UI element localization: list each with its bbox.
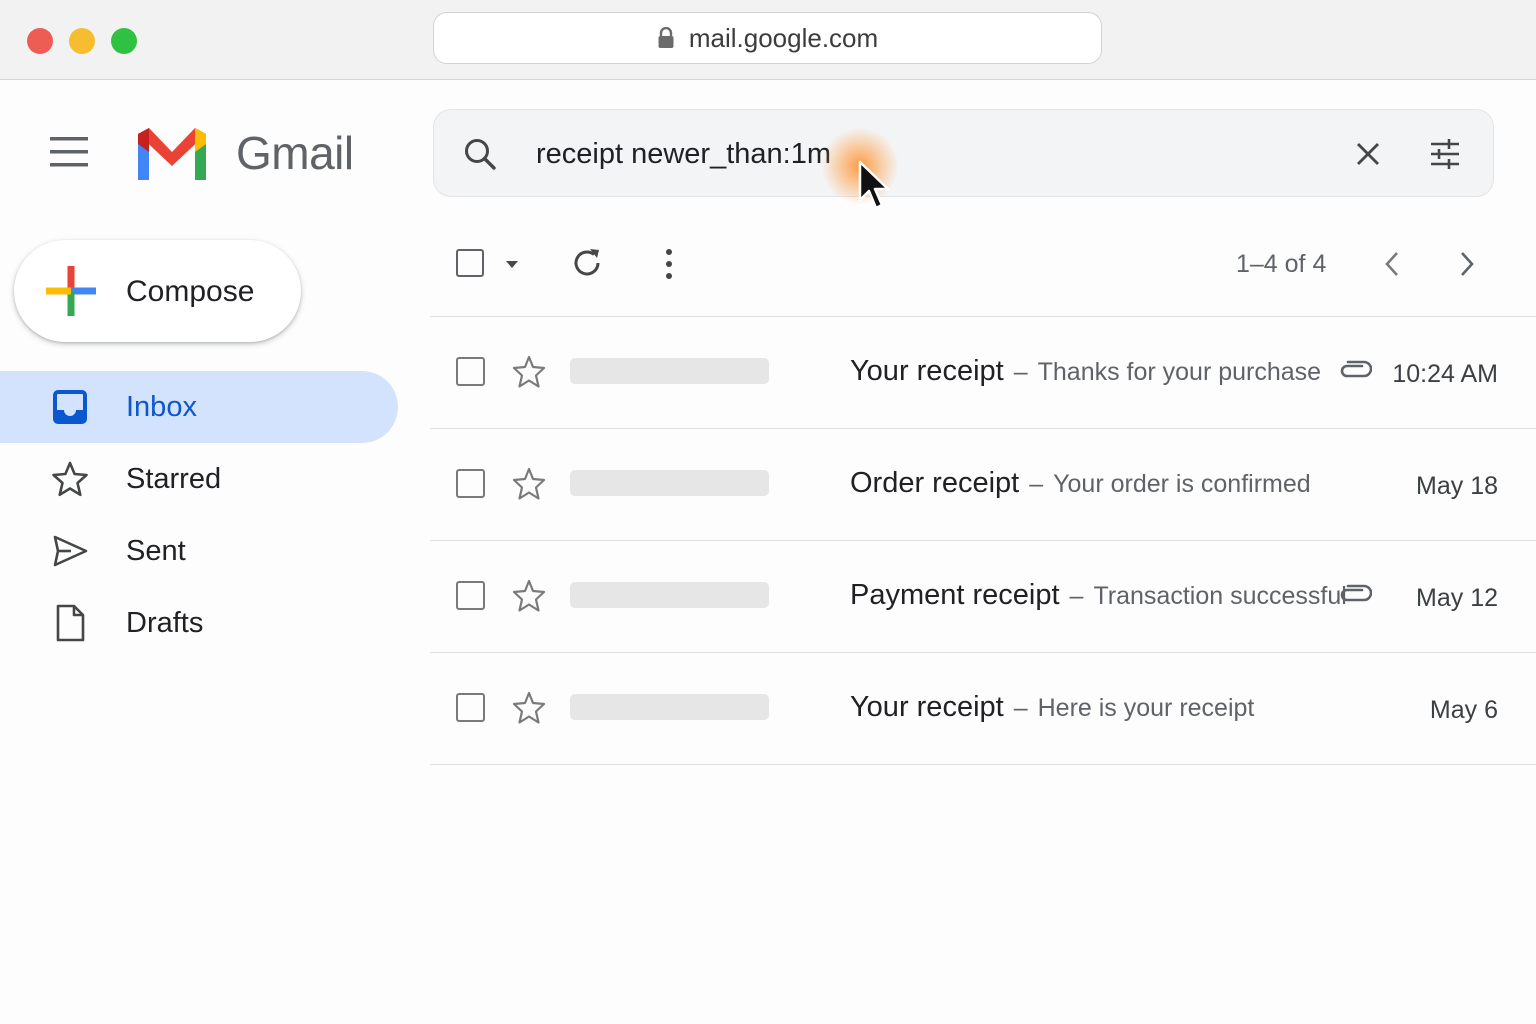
inbox-icon bbox=[53, 390, 87, 424]
row-checkbox[interactable] bbox=[456, 693, 485, 722]
lock-icon bbox=[658, 27, 674, 48]
email-row[interactable]: Payment receipt – Transaction successful M… bbox=[430, 541, 1536, 653]
email-summary: Your receipt – Thanks for your purchase bbox=[850, 355, 1321, 388]
address-bar-url: mail.google.com bbox=[688, 22, 879, 53]
sidebar-item-sent[interactable]: Sent bbox=[0, 515, 400, 587]
window-maximize-button[interactable] bbox=[111, 28, 137, 54]
window-minimize-button[interactable] bbox=[69, 28, 95, 54]
sidebar-item-label: Inbox bbox=[126, 391, 197, 423]
email-list: Your receipt – Thanks for your purchase 10… bbox=[430, 316, 1536, 765]
sender-placeholder bbox=[570, 470, 769, 496]
email-date: May 12 bbox=[1416, 584, 1498, 612]
search-input[interactable]: receipt newer_than:1m bbox=[536, 138, 831, 171]
more-options-icon[interactable] bbox=[655, 246, 683, 282]
star-icon bbox=[52, 461, 88, 497]
attachment-icon bbox=[1340, 584, 1372, 602]
star-icon[interactable] bbox=[512, 355, 546, 389]
clear-search-icon[interactable] bbox=[1355, 141, 1381, 167]
gmail-logo-text: Gmail bbox=[236, 127, 354, 179]
sidebar-item-label: Starred bbox=[126, 463, 222, 495]
email-snippet: Here is your receipt bbox=[1037, 694, 1255, 722]
subject-separator: – bbox=[1069, 582, 1084, 610]
compose-button[interactable]: Compose bbox=[14, 240, 301, 342]
select-dropdown-icon[interactable] bbox=[505, 259, 519, 269]
subject-separator: – bbox=[1013, 694, 1028, 722]
star-icon[interactable] bbox=[512, 467, 546, 501]
chevron-left-icon[interactable] bbox=[1381, 250, 1403, 278]
star-icon[interactable] bbox=[512, 579, 546, 613]
address-bar[interactable]: mail.google.com bbox=[433, 12, 1102, 64]
star-icon[interactable] bbox=[512, 691, 546, 725]
compose-label: Compose bbox=[126, 275, 255, 308]
mouse-pointer-icon bbox=[858, 160, 890, 210]
sidebar-item-inbox[interactable]: Inbox bbox=[0, 371, 398, 443]
email-summary: Order receipt – Your order is confirmed bbox=[850, 467, 1311, 500]
email-summary: Payment receipt – Transaction successful bbox=[850, 579, 1347, 612]
email-snippet: Thanks for your purchase bbox=[1037, 358, 1322, 386]
send-icon bbox=[53, 535, 88, 567]
email-subject: Your receipt bbox=[850, 691, 1004, 723]
email-row[interactable]: Your receipt – Thanks for your purchase 10… bbox=[430, 317, 1536, 429]
email-snippet: Your order is confirmed bbox=[1053, 470, 1311, 498]
email-date: May 6 bbox=[1429, 696, 1498, 724]
search-icon[interactable] bbox=[463, 137, 497, 171]
email-date: May 18 bbox=[1416, 472, 1498, 500]
draft-icon bbox=[56, 604, 85, 642]
sender-placeholder bbox=[570, 358, 769, 384]
row-checkbox[interactable] bbox=[456, 581, 485, 610]
row-checkbox[interactable] bbox=[456, 469, 485, 498]
browser-chrome: mail.google.com bbox=[0, 0, 1536, 80]
select-all-checkbox[interactable] bbox=[456, 249, 484, 277]
window-close-button[interactable] bbox=[27, 28, 53, 54]
sidebar-item-label: Sent bbox=[126, 535, 186, 567]
main-menu-icon[interactable] bbox=[48, 134, 90, 170]
attachment-icon bbox=[1340, 360, 1372, 378]
sidebar-item-drafts[interactable]: Drafts bbox=[0, 587, 400, 659]
email-date: 10:24 AM bbox=[1392, 360, 1498, 388]
subject-separator: – bbox=[1013, 358, 1028, 386]
chevron-right-icon[interactable] bbox=[1456, 250, 1478, 278]
email-subject: Your receipt bbox=[850, 355, 1004, 387]
sidebar-item-starred[interactable]: Starred bbox=[0, 443, 400, 515]
email-subject: Order receipt bbox=[850, 467, 1020, 499]
email-row[interactable]: Order receipt – Your order is confirmed Ma… bbox=[430, 429, 1536, 541]
gmail-logo-icon bbox=[138, 128, 206, 180]
search-bar[interactable]: receipt newer_than:1m bbox=[433, 109, 1494, 197]
subject-separator: – bbox=[1029, 470, 1044, 498]
compose-plus-icon bbox=[46, 266, 96, 316]
email-subject: Payment receipt bbox=[850, 579, 1060, 611]
refresh-icon[interactable] bbox=[570, 246, 604, 280]
pagination-count: 1–4 of 4 bbox=[1236, 250, 1327, 278]
sender-placeholder bbox=[570, 694, 769, 720]
email-snippet: Transaction successful bbox=[1093, 582, 1347, 610]
sender-placeholder bbox=[570, 582, 769, 608]
sidebar-nav: Inbox Starred Sent Drafts bbox=[0, 371, 400, 659]
search-options-icon[interactable] bbox=[1429, 138, 1461, 170]
email-summary: Your receipt – Here is your receipt bbox=[850, 691, 1254, 724]
row-checkbox[interactable] bbox=[456, 357, 485, 386]
email-row[interactable]: Your receipt – Here is your receipt May 6 bbox=[430, 653, 1536, 765]
sidebar-item-label: Drafts bbox=[126, 607, 204, 639]
